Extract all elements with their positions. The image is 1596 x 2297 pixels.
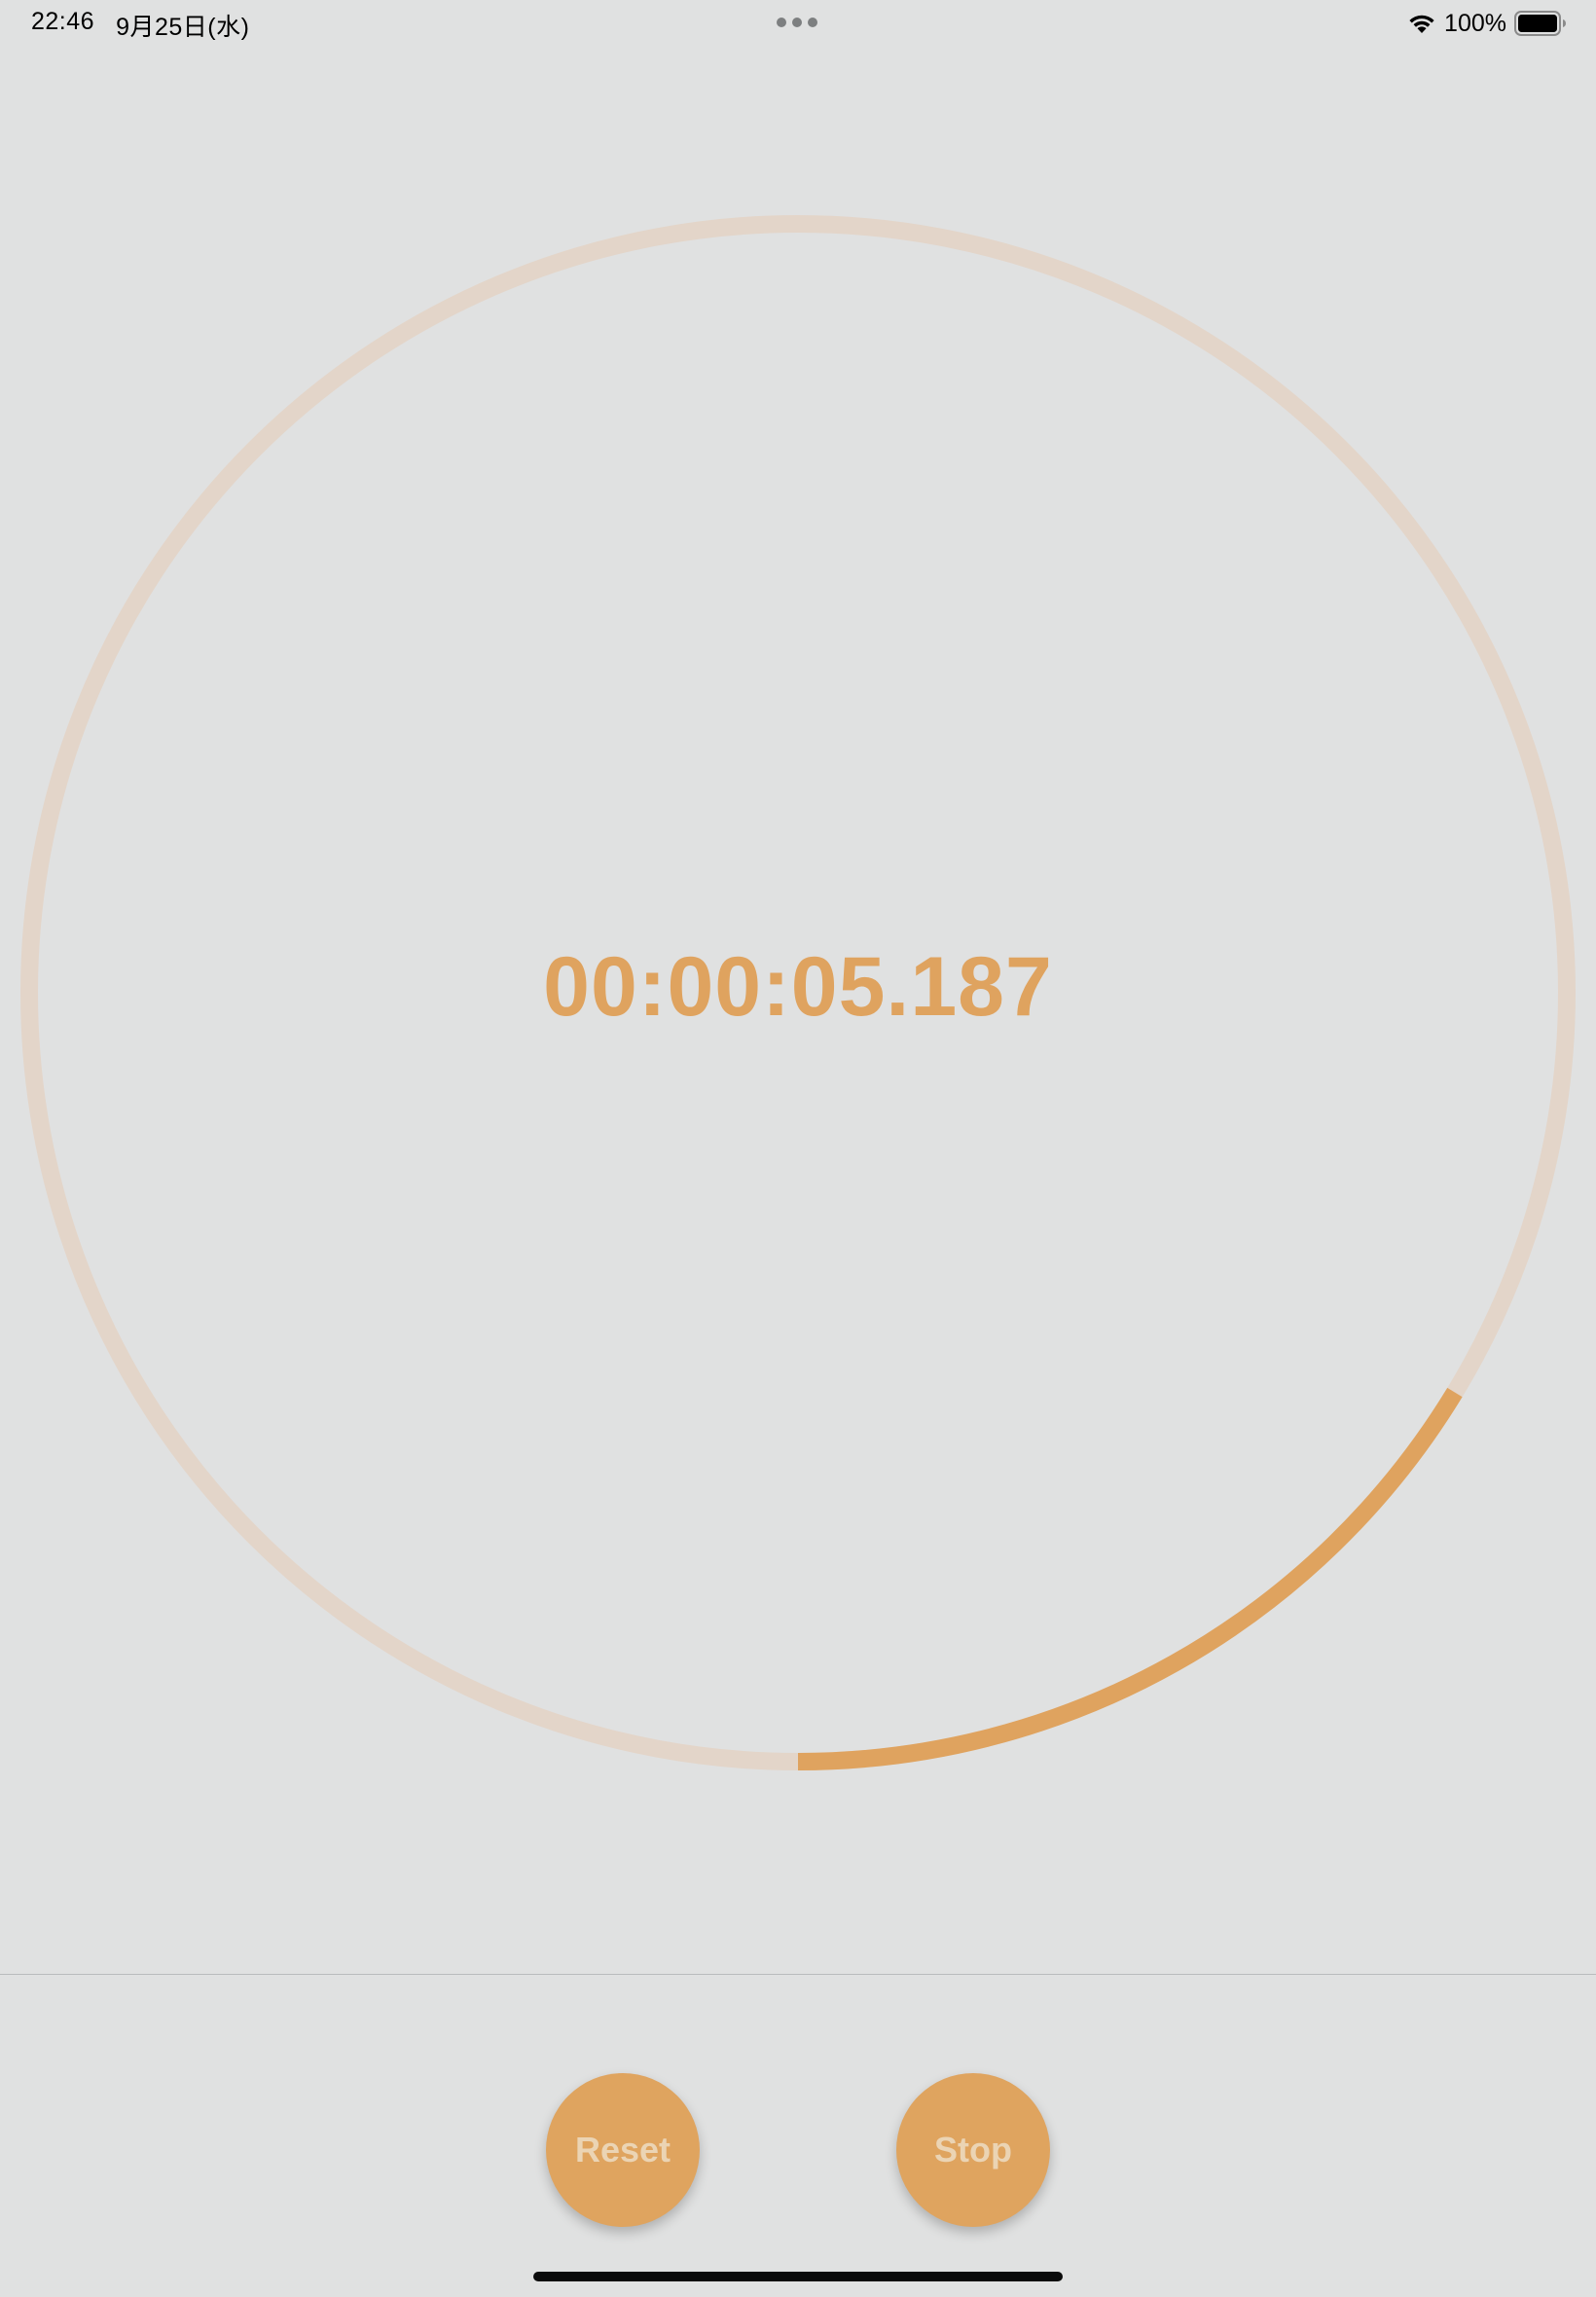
- controls-divider: [0, 1974, 1596, 1975]
- stop-button[interactable]: Stop: [896, 2073, 1050, 2227]
- status-time-date: 22:46 9月25日(水): [31, 8, 249, 43]
- status-time: 22:46: [31, 8, 95, 35]
- reset-button[interactable]: Reset: [546, 2073, 700, 2227]
- wifi-icon: [1409, 15, 1434, 33]
- elapsed-time-display: 00:00:05.187: [543, 940, 1053, 1034]
- multitasking-dots-icon[interactable]: [777, 18, 817, 27]
- status-date: 9月25日(水): [116, 14, 250, 41]
- status-indicators: 100%: [1407, 8, 1567, 39]
- battery-percent: 100%: [1444, 9, 1506, 37]
- battery-icon: [1514, 11, 1566, 36]
- status-bar: 22:46 9月25日(水) 100%: [0, 0, 1596, 47]
- home-indicator[interactable]: [533, 2272, 1063, 2281]
